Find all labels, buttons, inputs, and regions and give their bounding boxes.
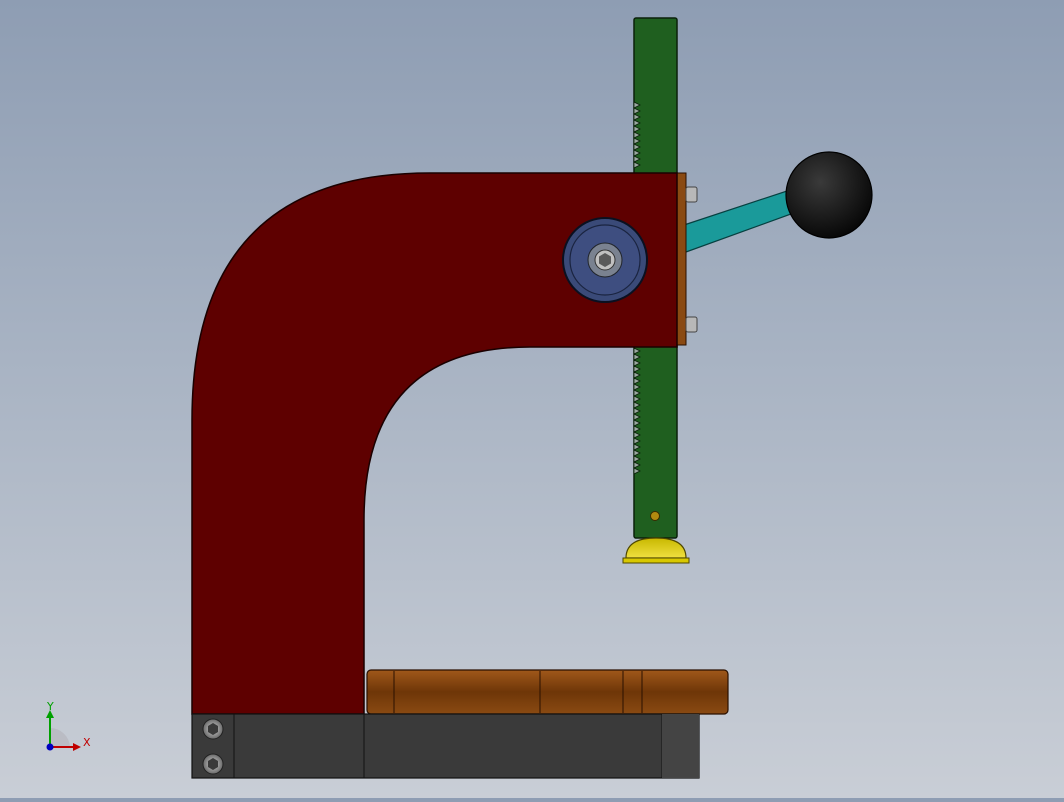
pinion-bushing[interactable] — [562, 217, 648, 303]
handle-knob[interactable] — [785, 151, 873, 239]
cad-viewport[interactable]: Y X — [0, 0, 1064, 798]
base-screw-top — [202, 718, 224, 740]
press-tip[interactable] — [622, 537, 690, 564]
handle-lever[interactable] — [683, 187, 803, 253]
triad-y-label: Y — [46, 700, 54, 713]
orientation-triad: Y X — [46, 700, 91, 751]
triad-x-label: X — [83, 736, 91, 749]
rack-pin — [650, 511, 660, 521]
anvil-table[interactable] — [366, 669, 729, 715]
base-screw-bottom — [202, 753, 224, 775]
plate-screw-top — [685, 186, 698, 203]
triad-z-axis — [46, 743, 54, 751]
press-base[interactable] — [191, 713, 700, 779]
plate-screw-bottom — [685, 316, 698, 333]
side-plate — [676, 172, 687, 346]
